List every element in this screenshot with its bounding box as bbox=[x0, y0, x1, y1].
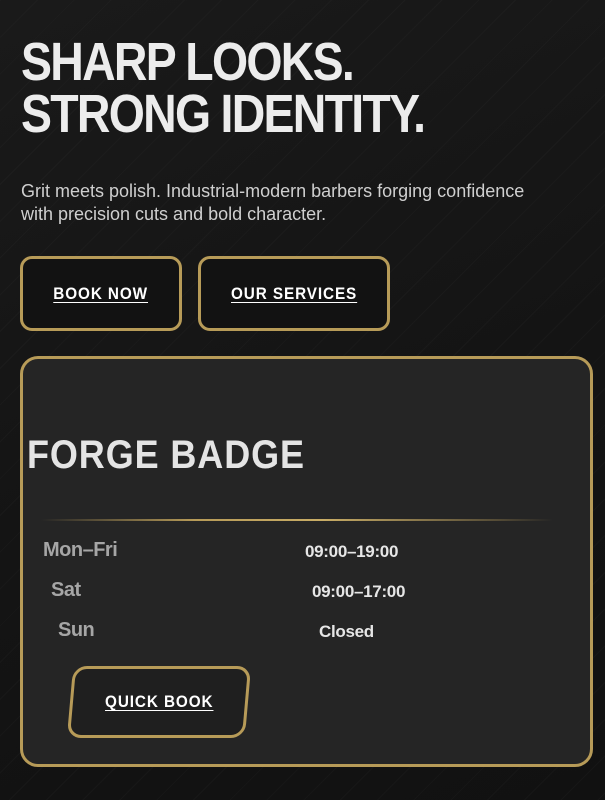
quick-book-label: QUICK BOOK bbox=[104, 692, 214, 711]
hours-day: Sat bbox=[51, 579, 81, 601]
quick-book-button[interactable]: QUICK BOOK bbox=[66, 666, 252, 738]
our-services-button[interactable]: OUR SERVICES bbox=[198, 256, 390, 331]
book-now-button[interactable]: BOOK NOW bbox=[20, 256, 182, 331]
badge-divider bbox=[41, 519, 553, 521]
hero-title: SHARP LOOKS. STRONG IDENTITY. bbox=[21, 32, 426, 144]
hours-day: Sun bbox=[58, 619, 95, 641]
hero-title-line-1: SHARP LOOKS. bbox=[21, 32, 355, 92]
hours-time: Closed bbox=[319, 622, 374, 641]
hours-time: 09:00–17:00 bbox=[312, 582, 406, 601]
book-now-label: BOOK NOW bbox=[53, 283, 149, 303]
hours-time: 09:00–19:00 bbox=[305, 542, 399, 561]
badge-title: FORGE BADGE bbox=[27, 433, 305, 477]
hours-day: Mon–Fri bbox=[43, 539, 118, 561]
hero-title-line-2: STRONG IDENTITY. bbox=[21, 84, 426, 144]
hero-subtitle: Grit meets polish. Industrial-modern bar… bbox=[21, 181, 525, 224]
forge-badge-card: FORGE BADGE Mon–Fri 09:00–19:00 Sat 09:0… bbox=[20, 356, 593, 767]
our-services-label: OUR SERVICES bbox=[230, 283, 358, 303]
